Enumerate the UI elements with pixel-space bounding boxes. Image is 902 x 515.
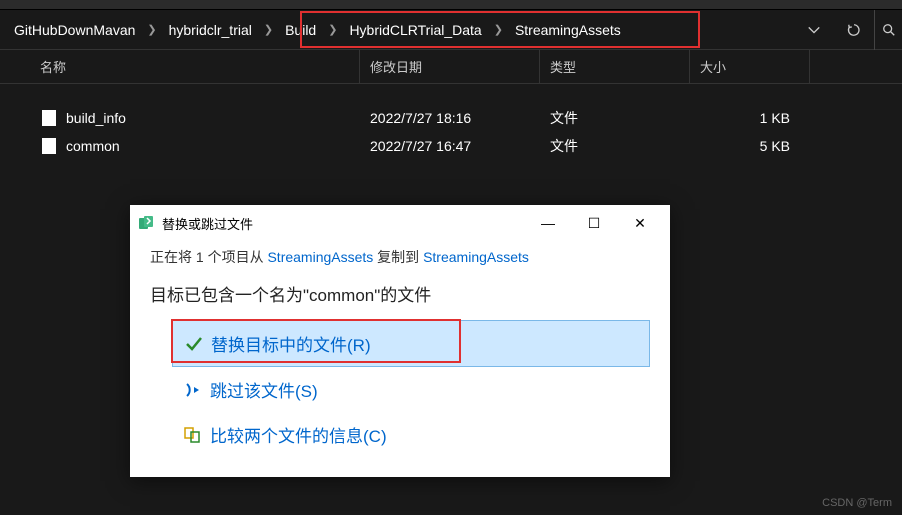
- file-list: build_info 2022/7/27 18:16 文件 1 KB commo…: [0, 84, 902, 160]
- file-size: 1 KB: [690, 110, 810, 126]
- file-size: 5 KB: [690, 138, 810, 154]
- column-headers: 名称 修改日期 类型 大小: [0, 50, 902, 84]
- file-row[interactable]: common 2022/7/27 16:47 文件 5 KB: [0, 132, 902, 160]
- file-name: common: [66, 138, 120, 154]
- q-text: "的文件: [374, 286, 431, 305]
- dialog-title: 替换或跳过文件: [162, 214, 526, 233]
- file-icon: [42, 110, 56, 126]
- option-label: 跳过该文件(S): [210, 377, 318, 402]
- breadcrumb-item[interactable]: GitHubDownMavan: [4, 10, 145, 49]
- dialog-titlebar[interactable]: 替换或跳过文件 — ☐ ✕: [130, 205, 670, 241]
- column-header-date[interactable]: 修改日期: [360, 50, 540, 83]
- msg-text: 复制到: [373, 249, 423, 265]
- dest-link[interactable]: StreamingAssets: [423, 249, 529, 265]
- window-titlebar: [0, 0, 902, 10]
- column-header-name[interactable]: 名称: [0, 50, 360, 83]
- dialog-question: 目标已包含一个名为"common"的文件: [150, 281, 650, 306]
- option-label: 替换目标中的文件(R): [211, 331, 371, 356]
- dialog-message: 正在将 1 个项目从 StreamingAssets 复制到 Streaming…: [150, 247, 650, 267]
- option-skip[interactable]: 跳过该文件(S): [172, 367, 650, 412]
- watermark: CSDN @Term: [822, 497, 892, 509]
- option-replace[interactable]: 替换目标中的文件(R): [172, 320, 650, 367]
- maximize-button[interactable]: ☐: [572, 208, 616, 238]
- file-date: 2022/7/27 16:47: [360, 138, 540, 154]
- file-name-cell: common: [0, 138, 360, 154]
- skip-icon: [184, 381, 202, 399]
- window-controls: — ☐ ✕: [526, 208, 662, 238]
- breadcrumb-item[interactable]: StreamingAssets: [505, 10, 631, 49]
- refresh-icon: [847, 23, 861, 37]
- chevron-down-icon: [807, 23, 821, 37]
- file-name-cell: build_info: [0, 110, 360, 126]
- file-date: 2022/7/27 18:16: [360, 110, 540, 126]
- file-type: 文件: [540, 108, 690, 128]
- compare-icon: [184, 426, 202, 444]
- history-dropdown-button[interactable]: [794, 10, 834, 50]
- file-row[interactable]: build_info 2022/7/27 18:16 文件 1 KB: [0, 104, 902, 132]
- search-box[interactable]: [874, 10, 902, 50]
- copy-icon: [138, 215, 154, 231]
- breadcrumb-item[interactable]: hybridclr_trial: [159, 10, 262, 49]
- chevron-right-icon[interactable]: ❯: [492, 23, 505, 36]
- close-button[interactable]: ✕: [618, 208, 662, 238]
- refresh-button[interactable]: [834, 10, 874, 50]
- option-label: 比较两个文件的信息(C): [210, 422, 387, 447]
- column-header-size[interactable]: 大小: [690, 50, 810, 83]
- column-header-type[interactable]: 类型: [540, 50, 690, 83]
- chevron-right-icon[interactable]: ❯: [326, 23, 339, 36]
- breadcrumb: GitHubDownMavan ❯ hybridclr_trial ❯ Buil…: [0, 10, 794, 49]
- toolbar-actions: [794, 10, 902, 50]
- breadcrumb-item[interactable]: HybridCLRTrial_Data: [339, 10, 491, 49]
- breadcrumb-item[interactable]: Build: [275, 10, 326, 49]
- chevron-right-icon[interactable]: ❯: [145, 23, 158, 36]
- check-icon: [185, 335, 203, 353]
- file-type: 文件: [540, 136, 690, 156]
- q-text: 目标已包含一个名为": [150, 286, 309, 305]
- minimize-button[interactable]: —: [526, 208, 570, 238]
- file-icon: [42, 138, 56, 154]
- conflict-filename: common: [309, 286, 374, 305]
- msg-text: 正在将 1 个项目从: [150, 249, 267, 265]
- search-icon: [882, 23, 896, 37]
- dialog-options: 替换目标中的文件(R) 跳过该文件(S) 比较两个文件的信息(C): [150, 320, 650, 457]
- source-link[interactable]: StreamingAssets: [267, 249, 373, 265]
- file-name: build_info: [66, 110, 126, 126]
- chevron-right-icon[interactable]: ❯: [262, 23, 275, 36]
- address-toolbar: GitHubDownMavan ❯ hybridclr_trial ❯ Buil…: [0, 10, 902, 50]
- dialog-body: 正在将 1 个项目从 StreamingAssets 复制到 Streaming…: [130, 241, 670, 477]
- option-compare[interactable]: 比较两个文件的信息(C): [172, 412, 650, 457]
- replace-dialog: 替换或跳过文件 — ☐ ✕ 正在将 1 个项目从 StreamingAssets…: [130, 205, 670, 477]
